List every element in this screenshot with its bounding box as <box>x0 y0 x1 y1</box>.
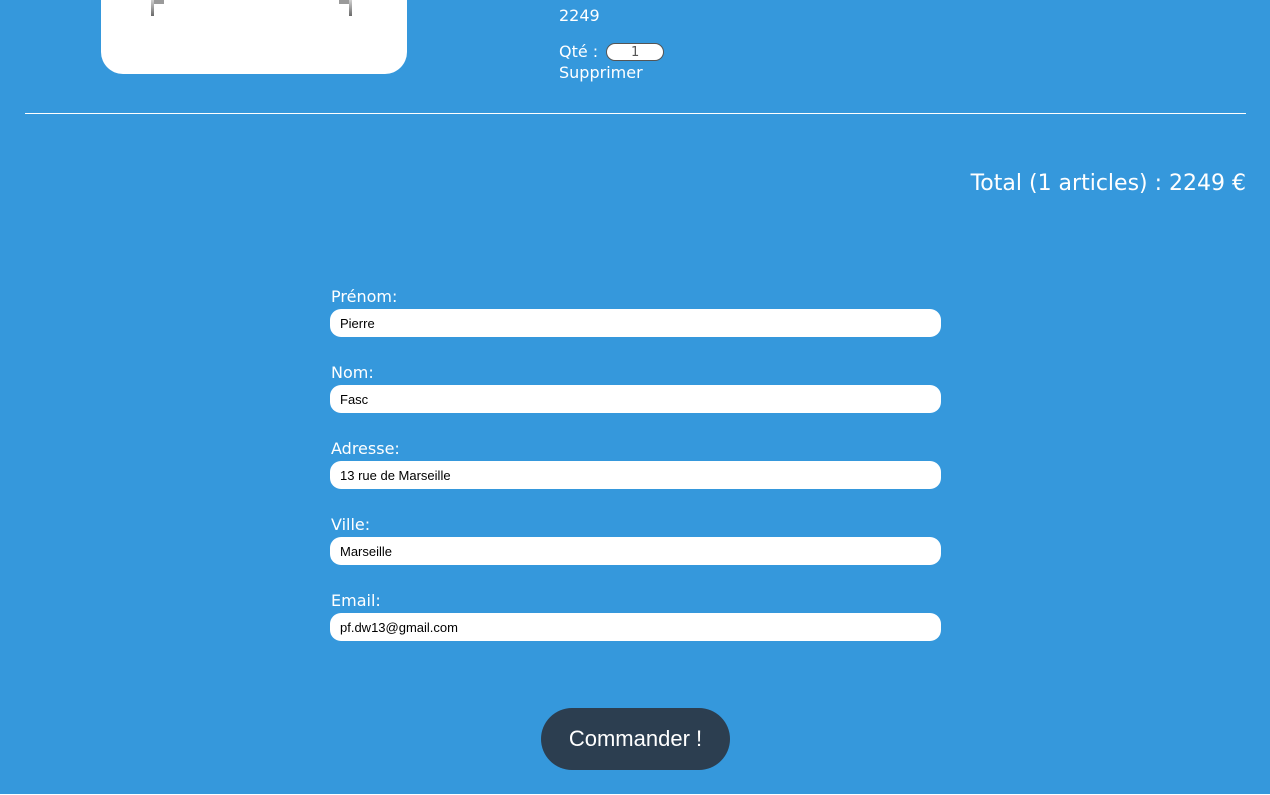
firstname-group: Prénom: <box>330 287 941 337</box>
product-price: 2249 <box>559 6 600 25</box>
order-button[interactable]: Commander ! <box>541 708 730 770</box>
firstname-label: Prénom: <box>331 287 398 306</box>
firstname-field[interactable] <box>330 309 941 337</box>
quantity-input[interactable] <box>606 43 665 61</box>
address-label: Adresse: <box>331 439 400 458</box>
email-field[interactable] <box>330 613 941 641</box>
lastname-field[interactable] <box>330 385 941 413</box>
address-group: Adresse: <box>330 439 941 489</box>
lastname-label: Nom: <box>331 363 374 382</box>
city-group: Ville: <box>330 515 941 565</box>
product-image <box>101 0 407 74</box>
product-image-detail <box>154 0 164 4</box>
city-field[interactable] <box>330 537 941 565</box>
cart-total: Total (1 articles) : 2249 € <box>970 171 1246 196</box>
email-group: Email: <box>330 591 941 641</box>
city-label: Ville: <box>331 515 371 534</box>
product-image-detail <box>339 0 349 4</box>
cart-page: 2249 Qté : Supprimer Total (1 articles) … <box>0 0 1270 794</box>
quantity-label: Qté : <box>559 42 599 61</box>
lastname-group: Nom: <box>330 363 941 413</box>
quantity-row: Qté : <box>559 42 665 62</box>
divider <box>25 113 1246 114</box>
product-image-detail <box>349 0 352 16</box>
email-label: Email: <box>331 591 381 610</box>
remove-item-link[interactable]: Supprimer <box>559 63 643 83</box>
address-field[interactable] <box>330 461 941 489</box>
